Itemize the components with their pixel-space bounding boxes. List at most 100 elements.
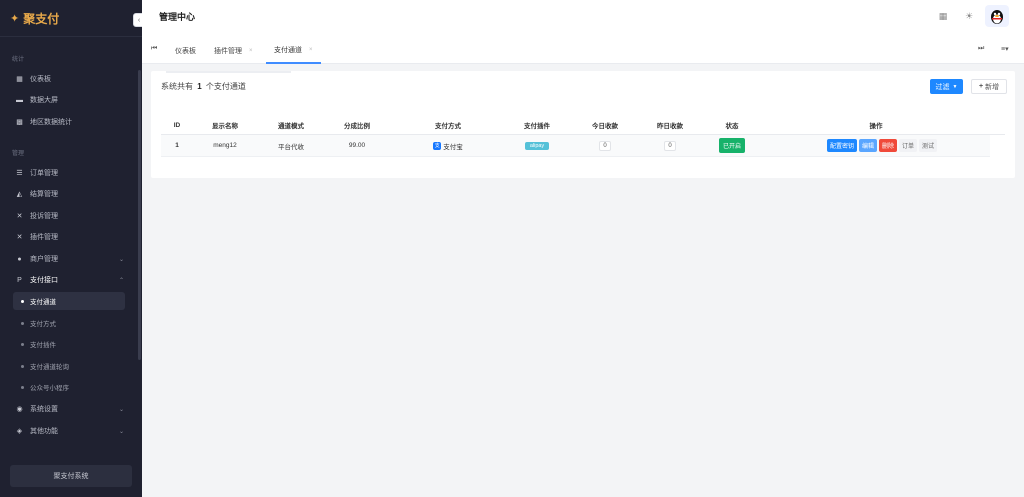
logo-text: 聚支付: [23, 11, 60, 26]
sidebar-item-label: 商户管理: [30, 256, 58, 263]
cell-today: 0: [585, 135, 625, 156]
col-header: 操作: [869, 123, 883, 130]
penguin-avatar-icon: [991, 10, 1003, 24]
tab-channels[interactable]: 支付通道 ×: [266, 37, 321, 64]
plus-icon: +: [978, 83, 984, 90]
summary-prefix: 系统共有: [161, 82, 193, 91]
avatar[interactable]: [985, 5, 1009, 27]
status-toggle[interactable]: 已开启: [718, 138, 745, 153]
dashboard-icon: ▦: [16, 76, 23, 83]
close-icon[interactable]: ×: [309, 47, 313, 53]
list-icon: ☰: [16, 170, 23, 177]
col-header: 支付方式: [435, 123, 461, 130]
caret-down-icon: ▼: [952, 83, 958, 90]
settings-icon: ◉: [16, 406, 23, 413]
logo[interactable]: ✦ 聚支付: [0, 0, 142, 37]
sidebar-item-label: 数据大屏: [30, 97, 58, 104]
sidebar-subitem-plugins[interactable]: 支付插件: [0, 335, 142, 353]
filter-button[interactable]: 过滤 ▼: [930, 79, 963, 94]
bullet-icon: [21, 385, 24, 389]
col-header: 显示名称: [212, 123, 238, 130]
sidebar-item-data-screen[interactable]: ▬ 数据大屏: [0, 91, 142, 109]
tools-icon: ✕: [16, 213, 23, 220]
col-header: 通道模式: [278, 123, 304, 130]
sidebar-item-label: 投诉管理: [30, 213, 58, 220]
sidebar-item-complaints[interactable]: ✕ 投诉管理: [0, 207, 142, 225]
sidebar-item-merchants[interactable]: ● 商户管理 ⌄: [0, 250, 142, 268]
tab-label: 支付通道: [274, 46, 302, 54]
content-panel: 系统共有 1 个支付通道 过滤 ▼ + 新增 ID 显示名称 通道模式 分成比例 支…: [151, 71, 1015, 178]
sidebar-subitem-polling[interactable]: 支付通道轮询: [0, 357, 142, 375]
tabs-menu-icon[interactable]: ≡▾: [1001, 45, 1009, 53]
close-icon[interactable]: ×: [249, 48, 253, 54]
tab-plugins[interactable]: 插件管理 ×: [214, 37, 253, 64]
user-icon: ●: [17, 255, 22, 263]
top-header: 管理中心 ▦ ☀: [142, 0, 1024, 37]
col-header: 今日收款: [592, 123, 618, 130]
channel-summary: 系统共有 1 个支付通道: [161, 81, 246, 92]
sidebar-scrollbar[interactable]: [138, 70, 141, 360]
table-header: ID 显示名称 通道模式 分成比例 支付方式 支付插件 今日收款 昨日收款 状态…: [161, 116, 1005, 135]
sidebar-item-system-settings[interactable]: ◉ 系统设置 ⌄: [0, 400, 142, 418]
cell-method: 支支付宝: [423, 135, 473, 156]
cell-mode: 平台代收: [278, 143, 304, 151]
test-button[interactable]: 测试: [919, 139, 938, 152]
today-amount: 0: [599, 140, 611, 151]
screen-icon: ▬: [16, 96, 23, 104]
sidebar-subitem-mp[interactable]: 公众号小程序: [0, 378, 142, 396]
page-title: 管理中心: [159, 12, 196, 22]
alipay-icon: 支: [433, 141, 442, 150]
sidebar-item-label: 订单管理: [30, 170, 58, 177]
sidebar-item-label: 其他功能: [30, 428, 58, 435]
sidebar-subitem-label: 支付插件: [30, 342, 56, 349]
sidebar-item-dashboard[interactable]: ▦ 仪表板: [0, 70, 142, 88]
col-header: 支付插件: [524, 123, 550, 130]
tab-label: 插件管理: [214, 47, 242, 55]
sidebar-item-payment-api[interactable]: P 支付接口 ⌃: [0, 271, 142, 289]
cell-name: meng12: [213, 142, 237, 149]
sidebar-subitem-label: 支付方式: [30, 321, 56, 328]
apps-icon[interactable]: ▦: [936, 9, 950, 23]
col-header: 昨日收款: [657, 123, 683, 130]
bullet-icon: [21, 342, 24, 346]
method-label: 支付宝: [443, 143, 463, 151]
sidebar: ✦ 聚支付 统计 ▦ 仪表板 ▬ 数据大屏 ▩ 地区数据统计 管理 ☰ 订单管理 ◭ 结算…: [0, 0, 142, 497]
theme-sun-icon[interactable]: ☀: [962, 9, 976, 23]
sidebar-item-plugins[interactable]: ✕ 插件管理: [0, 228, 142, 246]
filter-label: 过滤: [935, 83, 950, 91]
tools-icon: ✕: [16, 234, 23, 241]
delete-button[interactable]: 删除: [878, 139, 897, 152]
group-title-manage: 管理: [12, 151, 25, 157]
layers-icon: ◈: [16, 428, 23, 435]
tabs-scroll-left-icon[interactable]: ⏮: [151, 45, 157, 53]
yesterday-amount: 0: [664, 140, 676, 151]
cell-yesterday: 0: [650, 135, 690, 156]
sidebar-item-label: 仪表板: [30, 76, 51, 83]
map-icon: ▩: [16, 119, 23, 126]
sidebar-subitem-label: 支付通道轮询: [30, 364, 69, 371]
tab-dashboard[interactable]: 仪表板: [175, 37, 196, 64]
sidebar-item-other[interactable]: ◈ 其他功能 ⌄: [0, 422, 142, 440]
chevron-down-icon: ⌄: [118, 256, 124, 263]
add-button[interactable]: + 新增: [971, 79, 1007, 94]
chevron-down-icon: ⌄: [118, 406, 124, 413]
sidebar-item-orders[interactable]: ☰ 订单管理: [0, 164, 142, 182]
settle-icon: ◭: [16, 191, 23, 198]
tabs-scroll-right-icon[interactable]: ⏭: [978, 45, 984, 53]
sidebar-item-settlement[interactable]: ◭ 结算管理: [0, 185, 142, 203]
sidebar-subitem-label: 公众号小程序: [30, 385, 69, 392]
tab-label: 仪表板: [175, 47, 196, 55]
orders-button[interactable]: 订单: [899, 139, 918, 152]
col-header: ID: [173, 121, 181, 129]
table-row: 1 meng12 平台代收 99.00 支支付宝 alipay 0 0 已开启 …: [161, 135, 990, 157]
edit-button[interactable]: 编辑: [858, 139, 877, 152]
sidebar-subitem-channels[interactable]: 支付通道: [13, 292, 125, 310]
config-key-button[interactable]: 配置密钥: [826, 139, 857, 152]
cell-id: 1: [175, 142, 179, 149]
sidebar-subitem-methods[interactable]: 支付方式: [0, 314, 142, 332]
sidebar-footer-button[interactable]: 聚支付系统: [10, 465, 132, 487]
sidebar-item-region-stats[interactable]: ▩ 地区数据统计: [0, 113, 142, 131]
cell-actions: 配置密钥 编辑 删除 订单 测试: [813, 135, 953, 156]
paypal-icon: P: [17, 276, 22, 284]
cell-plugin: alipay: [513, 135, 561, 156]
